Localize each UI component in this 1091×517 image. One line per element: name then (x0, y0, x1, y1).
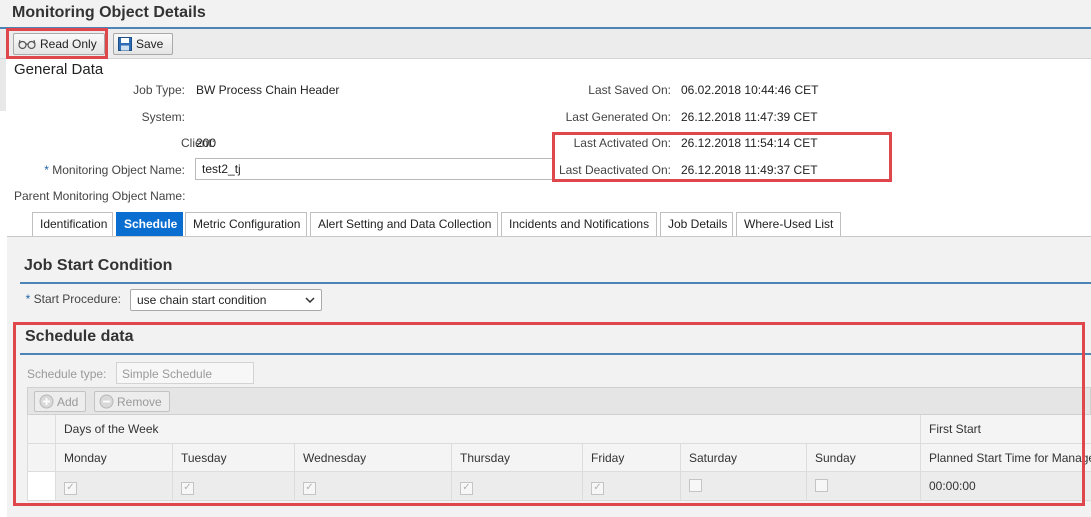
system-value (194, 109, 224, 125)
last-generated-label: Last Generated On: (565, 110, 671, 124)
tab-incidents-notifications[interactable]: Incidents and Notifications (501, 212, 657, 236)
client-label: Client: (180, 136, 215, 150)
save-label: Save (136, 37, 164, 51)
system-label: System: (141, 110, 185, 124)
toolbar: Read Only Save (0, 29, 1091, 59)
general-data-title: General Data (14, 61, 104, 78)
tab-metric-configuration[interactable]: Metric Configuration (185, 212, 307, 236)
read-only-highlight (6, 28, 108, 59)
job-type-value: BW Process Chain Header (196, 83, 340, 97)
last-generated-value: 26.12.2018 11:47:39 CET (681, 110, 818, 124)
last-saved-value: 06.02.2018 10:44:46 CET (681, 83, 819, 97)
save-button[interactable]: Save (113, 33, 173, 55)
required-marker: * (44, 163, 49, 177)
activation-dates-highlight (552, 132, 892, 182)
parent-monitoring-object-label: Parent Monitoring Object Name: (14, 189, 186, 203)
section-divider (20, 282, 1091, 284)
last-saved-label: Last Saved On: (588, 83, 671, 97)
left-strip (0, 59, 6, 111)
start-procedure-value: use chain start condition (137, 293, 267, 307)
monitoring-object-name-label: * Monitoring Object Name: (20, 163, 185, 177)
client-value: 200 (196, 136, 217, 150)
chevron-down-icon (305, 297, 315, 303)
start-procedure-select[interactable]: use chain start condition (130, 289, 322, 311)
monitoring-object-name-input[interactable]: test2_tj (195, 158, 553, 180)
floppy-disk-icon (118, 37, 132, 51)
schedule-data-highlight (13, 322, 1085, 506)
tab-identification[interactable]: Identification (32, 212, 113, 236)
tab-job-details[interactable]: Job Details (660, 212, 733, 236)
start-procedure-label-text: Start Procedure: (33, 292, 121, 306)
required-marker: * (25, 292, 31, 306)
job-start-condition-title: Job Start Condition (24, 257, 173, 274)
job-type-label: Job Type: (133, 83, 185, 97)
page-title: Monitoring Object Details (0, 0, 1091, 29)
tab-where-used-list[interactable]: Where-Used List (736, 212, 841, 236)
start-procedure-label: * Start Procedure: (20, 292, 121, 306)
tab-alert-setting[interactable]: Alert Setting and Data Collection (310, 212, 498, 236)
tab-schedule[interactable]: Schedule (116, 212, 183, 236)
mo-name-label-text: Monitoring Object Name: (52, 163, 185, 177)
redaction-box (828, 73, 894, 119)
